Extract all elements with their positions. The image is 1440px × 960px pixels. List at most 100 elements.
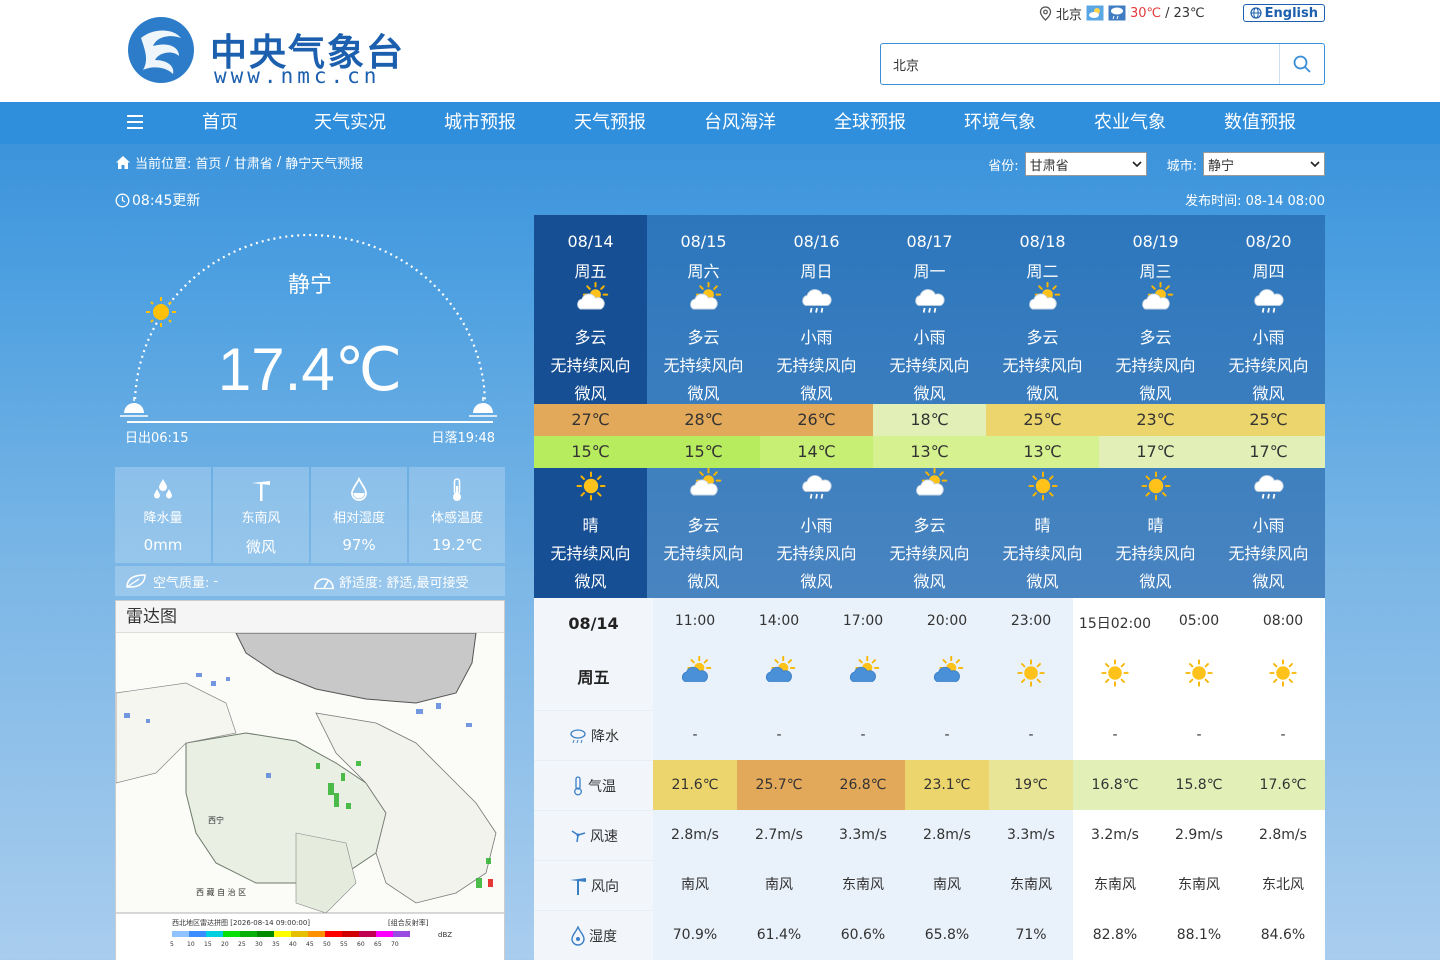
- update-text: 08:45更新: [132, 193, 201, 209]
- raindrops-icon: [154, 479, 172, 499]
- nav-item-home[interactable]: 首页: [155, 102, 285, 144]
- hourly-wind-speed: 3.3m/s: [839, 827, 887, 843]
- nav-item-observation[interactable]: 天气实况: [285, 102, 415, 144]
- radar-scale-swatch: [240, 931, 257, 937]
- hourly-wind-speed: 2.7m/s: [755, 827, 803, 843]
- forecast-night-wind: 微风: [1026, 572, 1059, 591]
- search-box: [880, 43, 1325, 85]
- light-rain-icon: [1253, 289, 1284, 313]
- hourly-humidity: 88.1%: [1176, 927, 1222, 943]
- hourly-wind-dir: 南风: [681, 877, 709, 893]
- radar-map-image[interactable]: 西 藏 自 治 区 西宁 西北地区雷达拼图 [2026-08-14 09:00:…: [116, 633, 504, 960]
- sunny-icon: [1141, 471, 1170, 501]
- radar-scale-label: 20: [221, 941, 229, 948]
- top-temp-low: 23℃: [1173, 5, 1205, 21]
- hourly-time: 11:00: [674, 613, 716, 629]
- rain-cloud-icon: [570, 728, 586, 743]
- radar-scale-label: 30: [255, 941, 263, 948]
- forecast-day-0[interactable]: 08/14 周五 多云 无持续风向 微风 27℃ 15℃ 晴无持续风向 微风: [534, 215, 647, 598]
- air-quality-value: -: [213, 573, 219, 589]
- city-label: 城市:: [1166, 158, 1197, 174]
- radar-scale-swatch: [359, 931, 376, 937]
- partly-cloudy-icon: [576, 281, 608, 310]
- forecast-high-temp: 28℃: [647, 404, 760, 436]
- forecast-low-temp: 14℃: [760, 436, 873, 468]
- nav-item-global[interactable]: 全球预报: [805, 102, 935, 144]
- forecast-night-wind: 微风: [574, 572, 607, 591]
- nav-item-typhoon[interactable]: 台风海洋: [675, 102, 805, 144]
- forecast-low-temp: 15℃: [534, 436, 647, 468]
- hourly-column: 11:00 - 21.6℃ 2.8m/s 南风 70.9%: [653, 598, 737, 960]
- breadcrumb-province[interactable]: 甘肃省: [234, 153, 273, 172]
- forecast-low-temp: 13℃: [986, 436, 1099, 468]
- city-select[interactable]: 静宁: [1203, 152, 1325, 176]
- radar-scale-label: 70: [391, 941, 399, 948]
- chevron-down-icon: [1310, 161, 1320, 167]
- hourly-wind-speed: 3.2m/s: [1091, 827, 1139, 843]
- hourly-temp: 15.8℃: [1157, 760, 1241, 810]
- english-button[interactable]: English: [1242, 4, 1325, 22]
- forecast-day-5[interactable]: 08/19 周三 多云 无持续风向 微风 23℃ 17℃ 晴无持续风向 微风: [1099, 230, 1212, 598]
- nav-item-city-forecast[interactable]: 城市预报: [415, 102, 545, 144]
- forecast-day-icon-wrap: [534, 281, 647, 322]
- sunset-time: 日落19:48: [431, 431, 495, 446]
- forecast-day-2[interactable]: 08/16 周日 小雨 无持续风向 微风 26℃ 14℃ 小雨 无持续风向 微风: [760, 230, 873, 598]
- forecast-date: 08/20: [1245, 232, 1292, 251]
- radar-scale-swatch: [206, 931, 223, 937]
- humidity-drop-icon: [571, 925, 585, 946]
- radar-panel: 雷达图 西 藏 自 治 区 西宁 西北地区雷达拼图 [2026-08-14 09…: [115, 600, 505, 960]
- clock-icon: [115, 193, 130, 207]
- search-button[interactable]: [1279, 44, 1324, 84]
- menu-icon[interactable]: [127, 115, 143, 129]
- hourly-humidity: 71%: [1015, 927, 1047, 943]
- comfort-value: 舒适,最可接受: [386, 575, 469, 591]
- hourly-humidity: 70.9%: [672, 927, 718, 943]
- forecast-day-icon-wrap: [986, 281, 1099, 322]
- breadcrumb-home[interactable]: 首页: [195, 153, 221, 172]
- forecast-night-wind: 微风: [1252, 572, 1285, 591]
- forecast-night-wind-dir: 无持续风向: [889, 544, 970, 563]
- nmc-logo-icon[interactable]: [127, 16, 195, 84]
- province-label: 省份:: [988, 158, 1019, 174]
- partly-cloudy-small-icon: [1086, 5, 1104, 21]
- forecast-night-icon-wrap: [1212, 468, 1325, 508]
- hourly-column: 23:00 - 19℃ 3.3m/s 东南风 71%: [989, 598, 1073, 960]
- forecast-day-icon-wrap: [1212, 282, 1325, 322]
- search-input[interactable]: [881, 44, 1279, 84]
- hourly-icon-wrap: [737, 655, 821, 694]
- stat-label: 相对湿度: [332, 511, 385, 526]
- forecast-night-weather: 晴: [1034, 516, 1051, 535]
- air-quality-row: 空气质量: - 舒适度: 舒适,最可接受: [115, 566, 505, 596]
- forecast-day-1[interactable]: 08/15 周六 多云 无持续风向 微风 28℃ 15℃ 多云 无持续风向 微风: [647, 230, 760, 598]
- hourly-time: 08:00: [1262, 613, 1304, 629]
- hourly-icon-wrap: [1157, 656, 1241, 694]
- forecast-day-weather: 多云: [687, 328, 720, 347]
- city-value: 静宁: [1208, 158, 1235, 174]
- hourly-humidity: 84.6%: [1260, 927, 1306, 943]
- top-city[interactable]: 北京: [1056, 4, 1082, 23]
- hourly-wind-dir: 东南风: [842, 877, 884, 893]
- forecast-day-4[interactable]: 08/18 周二 多云 无持续风向 微风 25℃ 13℃ 晴无持续风向 微风: [986, 230, 1099, 598]
- hourly-week: 周五: [577, 668, 610, 687]
- stat-label: 东南风: [241, 511, 281, 526]
- breadcrumb-current[interactable]: 静宁天气预报: [285, 153, 363, 172]
- partly-cloudy-icon: [1028, 281, 1060, 310]
- partly-cloudy-icon: [681, 655, 712, 682]
- forecast-day-6[interactable]: 08/20 周四 小雨 无持续风向 微风 25℃ 17℃ 小雨 无持续风向 微风: [1212, 230, 1325, 598]
- forecast-night-icon-wrap: [873, 467, 986, 508]
- nav-item-agriculture[interactable]: 农业气象: [1065, 102, 1195, 144]
- hourly-temp: 25.7℃: [737, 760, 821, 810]
- forecast-weekday: 周一: [913, 262, 946, 281]
- nav-item-environment[interactable]: 环境气象: [935, 102, 1065, 144]
- hourly-time: 14:00: [758, 613, 800, 629]
- forecast-day-3[interactable]: 08/17 周一 小雨 无持续风向 微风 18℃ 13℃ 多云 无持续风向 微风: [873, 230, 986, 598]
- forecast-night-wind-dir: 无持续风向: [550, 544, 631, 563]
- forecast-weekday: 周三: [1139, 262, 1172, 281]
- forecast-low-temp: 15℃: [647, 436, 760, 468]
- nav-item-weather-forecast[interactable]: 天气预报: [545, 102, 675, 144]
- nav-item-numerical[interactable]: 数值预报: [1195, 102, 1325, 144]
- forecast-night-weather: 多云: [687, 516, 720, 535]
- province-select[interactable]: 甘肃省: [1024, 152, 1147, 176]
- forecast-weekday: 周二: [1026, 262, 1059, 281]
- hourly-wind-dir: 南风: [933, 877, 961, 893]
